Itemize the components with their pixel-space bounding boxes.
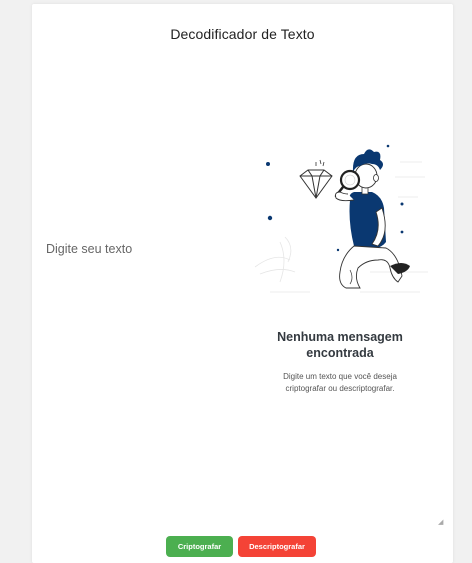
empty-state-title-line1: Nenhuma mensagem (277, 330, 403, 344)
encrypt-button[interactable]: Criptografar (166, 536, 233, 557)
decrypt-button[interactable]: Descriptografar (238, 536, 316, 557)
empty-state-description: Digite um texto que você deseja criptogr… (258, 371, 422, 395)
main-card: Decodificador de Texto Digite seu texto … (32, 4, 453, 563)
resize-handle-icon[interactable]: ◢ (438, 518, 443, 526)
person-with-magnifying-glass-illustration (254, 144, 428, 293)
empty-state-title-line2: encontrada (306, 346, 374, 360)
empty-state-title: Nenhuma mensagem encontrada (250, 329, 430, 361)
empty-state-desc-line1: Digite um texto que você deseja (283, 372, 397, 381)
page-title: Decodificador de Texto (170, 26, 315, 42)
text-input[interactable] (46, 242, 246, 272)
empty-state-desc-line2: criptografar ou descriptografar. (285, 384, 395, 393)
